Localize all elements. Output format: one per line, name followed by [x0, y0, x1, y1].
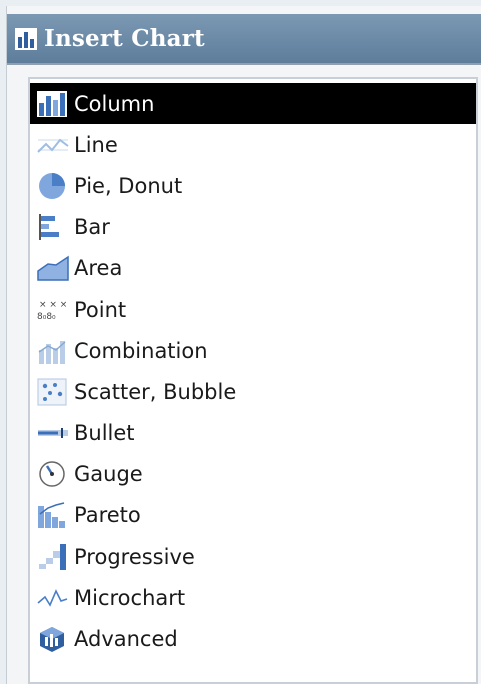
chart-type-gauge[interactable]: Gauge	[30, 454, 476, 495]
chart-type-advanced[interactable]: Advanced	[30, 618, 476, 659]
chart-type-label: Point	[74, 297, 127, 322]
chart-type-label: Pareto	[74, 503, 141, 528]
chart-type-label: Advanced	[74, 627, 178, 652]
chart-type-label: Combination	[74, 338, 208, 363]
chart-type-list-panel[interactable]: Column Line Pie, Donut Bar Area × × × 8₀…	[28, 77, 478, 684]
bar-chart-icon	[15, 27, 37, 50]
chart-type-list: Column Line Pie, Donut Bar Area × × × 8₀…	[30, 83, 476, 660]
title-bar: Insert Chart	[7, 14, 481, 65]
svg-text:8₀8₀: 8₀8₀	[37, 312, 56, 322]
chart-type-microchart[interactable]: Microchart	[30, 577, 476, 618]
chart-type-label: Column	[74, 91, 155, 116]
chart-type-label: Bar	[74, 215, 110, 240]
dialog-title: Insert Chart	[44, 25, 205, 52]
chart-type-label: Microchart	[74, 585, 186, 610]
pie-chart-icon	[39, 172, 65, 199]
chart-type-label: Line	[74, 132, 118, 157]
line-chart-icon	[37, 138, 69, 153]
advanced-chart-icon	[40, 627, 64, 653]
progressive-chart-icon	[39, 543, 66, 570]
gauge-icon	[39, 461, 65, 488]
chart-type-bullet[interactable]: Bullet	[30, 413, 476, 454]
chart-type-label: Scatter, Bubble	[74, 379, 237, 404]
microchart-icon	[37, 588, 68, 607]
pareto-chart-icon	[38, 502, 65, 529]
chart-type-column[interactable]: Column	[30, 83, 476, 125]
area-chart-icon	[37, 255, 69, 282]
scatter-chart-icon	[37, 378, 67, 406]
chart-type-combination[interactable]: Combination	[30, 330, 476, 371]
chart-type-progressive[interactable]: Progressive	[30, 536, 476, 577]
svg-text:× × ×: × × ×	[39, 300, 67, 310]
chart-type-label: Gauge	[74, 462, 143, 487]
chart-type-line[interactable]: Line	[30, 124, 476, 165]
column-chart-icon	[37, 90, 67, 117]
chart-type-scatter-bubble[interactable]: Scatter, Bubble	[30, 371, 476, 412]
chart-type-point[interactable]: × × × 8₀8₀ Point	[30, 289, 476, 330]
insert-chart-window: Insert Chart Column Line Pie, Donut Bar …	[6, 6, 481, 684]
bullet-chart-icon	[38, 428, 68, 439]
chart-type-pareto[interactable]: Pareto	[30, 495, 476, 536]
chart-type-label: Pie, Donut	[74, 173, 183, 198]
point-chart-icon: × × × 8₀8₀	[37, 300, 67, 322]
chart-type-area[interactable]: Area	[30, 248, 476, 289]
chart-type-label: Bullet	[74, 421, 135, 446]
chart-type-label: Area	[74, 256, 123, 281]
chart-type-label: Progressive	[74, 544, 195, 569]
bar-chart-icon	[39, 214, 59, 241]
combination-chart-icon	[38, 340, 66, 364]
chart-type-bar[interactable]: Bar	[30, 207, 476, 248]
chart-type-pie-donut[interactable]: Pie, Donut	[30, 165, 476, 206]
